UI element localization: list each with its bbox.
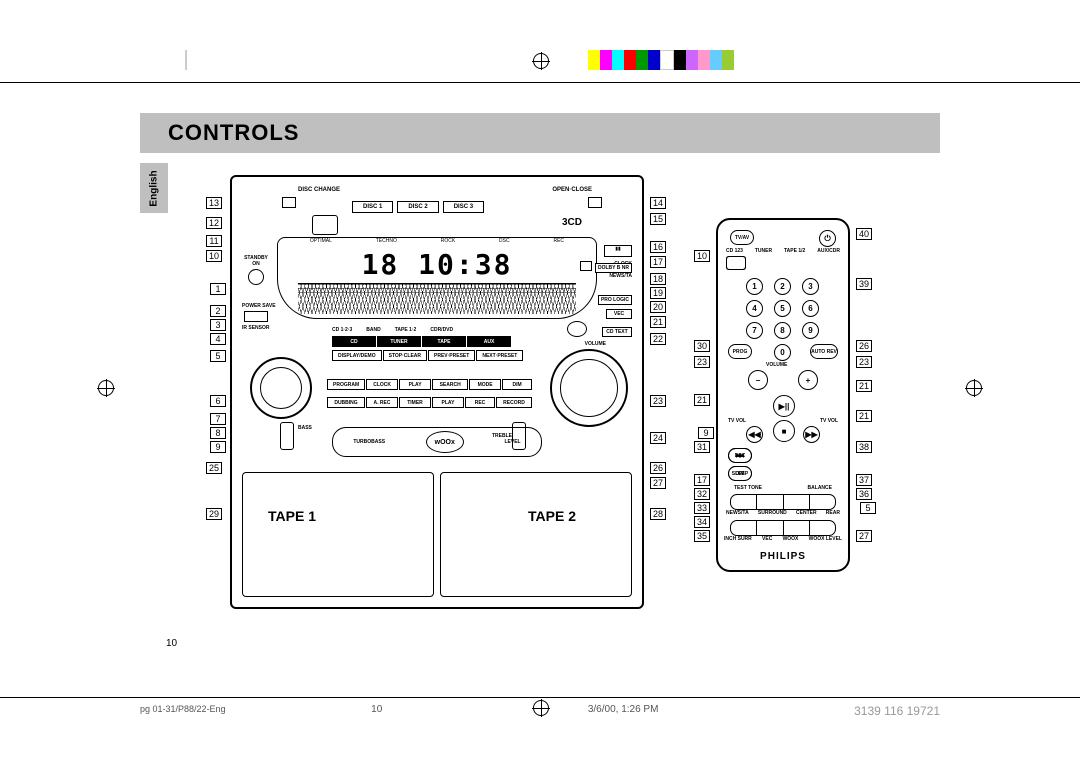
prog-button: PROG	[728, 344, 752, 359]
remote-src-labels: CD 123 TUNER TAPE 1/2 AUX/CDR	[726, 248, 840, 254]
key-0: 0	[774, 344, 791, 361]
crop-line-top	[0, 82, 1080, 83]
power-save-label: POWER SAVE	[242, 303, 276, 309]
tuner-button: TUNER	[377, 336, 421, 347]
lcd-time: 18 10:38	[278, 244, 596, 281]
news-label: NEWS/TA	[609, 273, 632, 279]
remote-illustration: TV/AV ⏻ CD 123 TUNER TAPE 1/2 AUX/CDR 1 …	[716, 218, 850, 572]
dolby-surround-icon: ▮▮	[604, 245, 632, 257]
bass-rocker	[280, 422, 294, 450]
section-title: CONTROLS	[168, 120, 299, 146]
disc-2-button: DISC 2	[397, 201, 438, 213]
volume-knob	[550, 349, 628, 427]
prev-button: PREV·PRESET	[428, 350, 475, 361]
disc-buttons: DISC 1 DISC 2 DISC 3	[352, 201, 484, 213]
dolby-button: DOLBY B NR	[595, 263, 632, 273]
disc-1-button: DISC 1	[352, 201, 393, 213]
vec-button: VEC	[606, 309, 632, 319]
hifi-system-illustration: DISC CHANGE OPEN·CLOSE DISC 1 DISC 2 DIS…	[230, 175, 644, 609]
tv-av-button: TV/AV	[730, 230, 754, 245]
key-3: 3	[802, 278, 819, 295]
woox-panel: TURBOBASS wOOx LEVEL	[332, 427, 542, 457]
cd-direct-icon	[567, 321, 587, 337]
disc-change-button	[282, 197, 296, 208]
key-8: 8	[774, 322, 791, 339]
key-2: 2	[774, 278, 791, 295]
registration-mark-right	[966, 380, 982, 396]
key-1: 1	[746, 278, 763, 295]
power-save-button	[244, 311, 268, 322]
rew-button: ◀◀	[746, 426, 763, 443]
section-header: CONTROLS	[140, 113, 940, 153]
cd-logo-icon	[312, 215, 338, 235]
standby-button	[248, 269, 264, 285]
key-5: 5	[774, 300, 791, 317]
footer: pg 01-31/P88/22-Eng 10 3/6/00, 1:26 PM 3…	[140, 704, 940, 718]
play-pause-button: ▶||	[773, 395, 795, 417]
stop-button-remote: ■	[773, 420, 795, 442]
grayscale-calibration-bar	[185, 50, 187, 70]
play-row: PROGRAM CLOCK PLAY SEARCH MODE DIM	[327, 379, 532, 390]
open-close-label: OPEN·CLOSE	[552, 187, 592, 193]
source-label-row: CD 1·2·3 BAND TAPE 1·2 CDR/DVD	[332, 327, 453, 333]
footer-date: 3/6/00, 1:26 PM	[588, 704, 659, 715]
volume-label: VOLUME	[585, 341, 606, 347]
disc-change-label: DISC CHANGE	[298, 187, 340, 193]
tape-deck-1	[242, 472, 434, 597]
power-button: ⏻	[819, 230, 836, 247]
key-9: 9	[802, 322, 819, 339]
vol-down: −	[748, 370, 768, 390]
key-7: 7	[746, 322, 763, 339]
aux-button: AUX	[467, 336, 511, 347]
autorev-button: AUTO REV	[810, 344, 838, 359]
bass-label: BASS	[298, 425, 312, 431]
key-6: 6	[802, 300, 819, 317]
rec-row: DUBBING A. REC TIMER PLAY REC RECORD	[327, 397, 532, 408]
footer-page: 10	[371, 704, 382, 715]
woox-button: wOOx	[426, 431, 464, 453]
standby-area: STANDBY ON	[242, 255, 270, 287]
brand-label: PHILIPS	[718, 551, 848, 562]
ir-sensor-label: IR SENSOR	[242, 325, 270, 331]
lcd-spectrum-icon	[298, 283, 576, 314]
tape1-label: TAPE 1	[268, 508, 316, 524]
registration-mark-top	[533, 53, 549, 69]
color-calibration-bar	[588, 50, 734, 70]
tape-deck-2	[440, 472, 632, 597]
crop-line-bottom	[0, 697, 1080, 698]
3cd-label: 3CD	[562, 217, 582, 228]
next-button: NEXT·PRESET	[476, 350, 523, 361]
prologic-button: PRO LOGIC	[598, 295, 632, 305]
tape-button: TAPE	[422, 336, 466, 347]
footer-path: pg 01-31/P88/22-Eng	[140, 704, 226, 714]
cdtext-button: CD TEXT	[602, 327, 632, 337]
key-4: 4	[746, 300, 763, 317]
vol-up: +	[798, 370, 818, 390]
volume-label-remote: VOLUME	[766, 362, 787, 368]
display-button: DISPLAY/DEMO	[332, 350, 382, 361]
jog-knob-left	[250, 357, 312, 419]
stop-button: STOP·CLEAR	[383, 350, 427, 361]
footer-code: 3139 116 19721	[854, 704, 940, 718]
ff-button: ▶▶	[803, 426, 820, 443]
cd-button: CD	[332, 336, 376, 347]
function-row: DISPLAY/DEMO STOP·CLEAR PREV·PRESET NEXT…	[332, 350, 523, 361]
source-row: CD TUNER TAPE AUX	[332, 336, 511, 347]
tape2-label: TAPE 2	[528, 508, 576, 524]
language-tab: English	[140, 163, 168, 213]
lcd-display: OPTIMALTECHNOROCKDSCREC 18 10:38	[277, 237, 597, 319]
inner-page-number: 10	[166, 638, 177, 649]
disc-3-button: DISC 3	[443, 201, 484, 213]
open-close-button	[588, 197, 602, 208]
registration-mark-left	[98, 380, 114, 396]
